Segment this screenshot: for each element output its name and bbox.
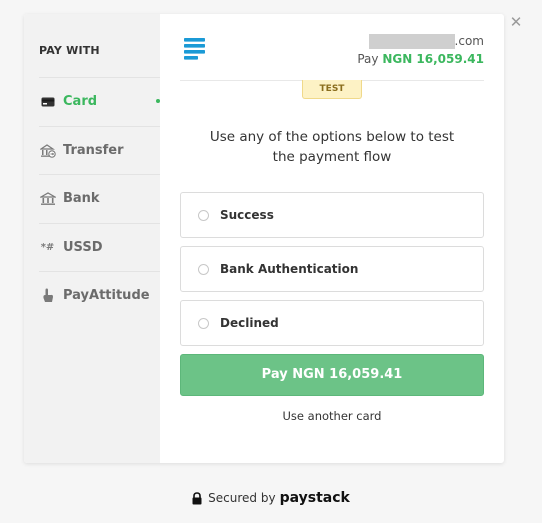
bank-icon bbox=[39, 191, 56, 206]
pay-prefix: Pay bbox=[357, 52, 379, 66]
sidebar-item-label: USSD bbox=[63, 240, 103, 255]
sidebar-item-label: Card bbox=[63, 94, 98, 109]
option-bank-authentication[interactable]: Bank Authentication bbox=[180, 246, 484, 292]
transfer-icon bbox=[39, 143, 56, 158]
payment-panel: .com Pay NGN 16,059.41 TEST Use any of t… bbox=[160, 14, 504, 463]
secured-footer: Secured by paystack bbox=[0, 490, 542, 506]
instructions-text: Use any of the options below to test the… bbox=[180, 127, 484, 167]
sidebar-item-label: Bank bbox=[63, 191, 100, 206]
sidebar-item-label: Transfer bbox=[63, 143, 124, 158]
checkout-modal: PAY WITH Card Transfer Bank *# USSD PayA… bbox=[24, 14, 504, 463]
instructions-line-2: the payment flow bbox=[272, 149, 392, 165]
ussd-icon: *# bbox=[40, 242, 55, 253]
sidebar-item-card[interactable]: Card bbox=[39, 77, 160, 125]
hand-tap-icon bbox=[39, 288, 56, 303]
test-badge: TEST bbox=[302, 80, 362, 99]
pay-with-heading: PAY WITH bbox=[39, 44, 100, 57]
merchant-email: .com bbox=[357, 33, 484, 49]
option-label: Declined bbox=[220, 316, 279, 330]
merchant-amount: NGN 16,059.41 bbox=[382, 52, 484, 66]
card-icon bbox=[39, 95, 56, 109]
sidebar-item-payattitude[interactable]: PayAttitude bbox=[39, 271, 160, 319]
secured-text: Secured by bbox=[208, 491, 276, 505]
payment-method-sidebar: PAY WITH Card Transfer Bank *# USSD PayA… bbox=[24, 14, 160, 463]
email-suffix: .com bbox=[454, 34, 484, 48]
sidebar-item-ussd[interactable]: *# USSD bbox=[39, 223, 160, 271]
merchant-info: .com Pay NGN 16,059.41 bbox=[357, 33, 484, 66]
option-label: Success bbox=[220, 208, 274, 222]
paystack-brand: paystack bbox=[279, 490, 350, 506]
radio-button[interactable] bbox=[198, 263, 209, 275]
pay-button[interactable]: Pay NGN 16,059.41 bbox=[180, 354, 484, 396]
close-icon[interactable]: ✕ bbox=[508, 14, 524, 30]
option-success[interactable]: Success bbox=[180, 192, 484, 238]
radio-button[interactable] bbox=[198, 317, 209, 329]
sidebar-item-bank[interactable]: Bank bbox=[39, 174, 160, 222]
use-another-card-link[interactable]: Use another card bbox=[180, 409, 484, 423]
sidebar-item-label: PayAttitude bbox=[63, 288, 150, 303]
option-declined[interactable]: Declined bbox=[180, 300, 484, 346]
paystack-logo-icon bbox=[184, 38, 206, 60]
option-label: Bank Authentication bbox=[220, 262, 359, 276]
instructions-line-1: Use any of the options below to test bbox=[209, 129, 455, 145]
merchant-amount-line: Pay NGN 16,059.41 bbox=[357, 52, 484, 66]
redacted-email bbox=[368, 33, 455, 49]
sidebar-item-transfer[interactable]: Transfer bbox=[39, 126, 160, 174]
radio-button[interactable] bbox=[198, 209, 209, 221]
lock-icon bbox=[192, 491, 202, 505]
